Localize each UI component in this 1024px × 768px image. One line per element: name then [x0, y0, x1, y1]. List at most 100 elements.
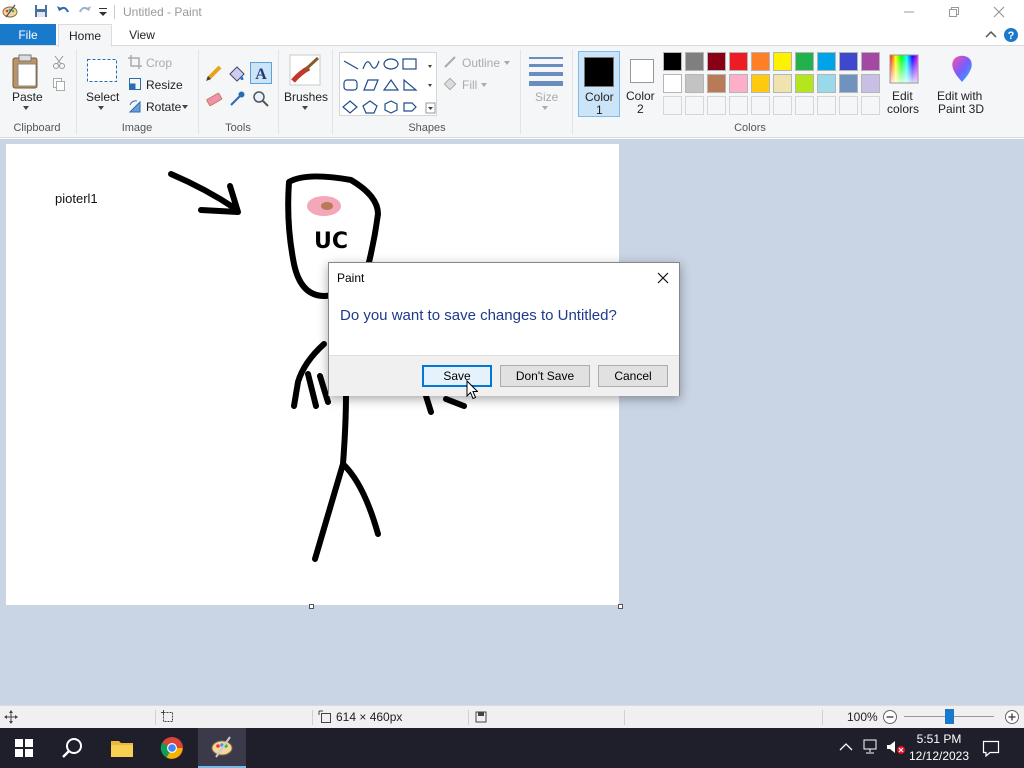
- palette-swatch[interactable]: [839, 52, 858, 71]
- resize-handle-bottom[interactable]: [309, 604, 314, 609]
- taskbar-chrome[interactable]: [148, 728, 196, 768]
- palette-swatch[interactable]: [795, 52, 814, 71]
- brushes-label[interactable]: Brushes: [284, 90, 328, 104]
- customize-toolbar-icon[interactable]: [98, 6, 108, 18]
- fill-label[interactable]: Fill: [462, 78, 477, 92]
- tab-view[interactable]: View: [115, 24, 169, 46]
- show-hidden-icons-icon[interactable]: [839, 742, 853, 752]
- rotate-dropdown-icon[interactable]: [182, 105, 188, 109]
- zoom-out-icon[interactable]: [882, 709, 898, 725]
- palette-empty-swatch[interactable]: [817, 96, 836, 115]
- copy-icon[interactable]: [52, 77, 66, 91]
- outline-dropdown-icon[interactable]: [504, 61, 510, 65]
- volume-muted-icon[interactable]: [886, 739, 906, 755]
- clock-time[interactable]: 5:51 PM: [910, 732, 968, 746]
- palette-swatch[interactable]: [817, 74, 836, 93]
- zoom-in-icon[interactable]: [1004, 709, 1020, 725]
- palette-swatch[interactable]: [817, 52, 836, 71]
- start-button[interactable]: [0, 728, 48, 768]
- magnifier-icon[interactable]: [252, 90, 270, 108]
- palette-empty-swatch[interactable]: [839, 96, 858, 115]
- cancel-button[interactable]: Cancel: [598, 365, 668, 387]
- select-icon[interactable]: [86, 58, 118, 84]
- resize-handle-corner[interactable]: [618, 604, 623, 609]
- edit-colors-button[interactable]: Edit colors: [886, 51, 922, 117]
- palette-swatch[interactable]: [751, 74, 770, 93]
- zoom-slider-track[interactable]: [904, 709, 994, 724]
- palette-swatch[interactable]: [663, 74, 682, 93]
- palette-swatch[interactable]: [685, 52, 704, 71]
- rotate-label[interactable]: Rotate: [146, 100, 181, 114]
- palette-swatch[interactable]: [707, 74, 726, 93]
- pencil-icon[interactable]: [205, 64, 223, 82]
- brushes-dropdown-icon[interactable]: [302, 106, 308, 110]
- shapes-gallery[interactable]: [339, 52, 437, 116]
- palette-empty-swatch[interactable]: [707, 96, 726, 115]
- palette-swatch[interactable]: [839, 74, 858, 93]
- rotate-icon[interactable]: [128, 99, 142, 113]
- outline-icon[interactable]: [443, 55, 457, 69]
- palette-empty-swatch[interactable]: [751, 96, 770, 115]
- outline-label[interactable]: Outline: [462, 56, 500, 70]
- palette-empty-swatch[interactable]: [861, 96, 880, 115]
- resize-label[interactable]: Resize: [146, 78, 183, 92]
- redo-icon[interactable]: [77, 3, 93, 19]
- size-dropdown-icon[interactable]: [542, 106, 548, 110]
- taskbar-file-explorer[interactable]: [98, 728, 146, 768]
- help-icon[interactable]: ?: [1003, 27, 1019, 43]
- save-button[interactable]: Save: [422, 365, 492, 387]
- palette-swatch[interactable]: [707, 52, 726, 71]
- select-dropdown-icon[interactable]: [98, 106, 104, 110]
- color2-button[interactable]: Color 2: [622, 51, 662, 117]
- crop-icon[interactable]: [128, 55, 142, 69]
- size-label[interactable]: Size: [535, 90, 558, 104]
- fill-bucket-icon[interactable]: [228, 64, 246, 82]
- color1-button[interactable]: Color 1: [578, 51, 620, 117]
- select-label[interactable]: Select: [86, 90, 119, 104]
- close-button[interactable]: [976, 0, 1022, 24]
- paste-icon[interactable]: [10, 54, 42, 90]
- cut-icon[interactable]: [52, 55, 66, 69]
- palette-empty-swatch[interactable]: [663, 96, 682, 115]
- color-picker-icon[interactable]: [228, 90, 246, 108]
- crop-label[interactable]: Crop: [146, 56, 172, 70]
- palette-empty-swatch[interactable]: [729, 96, 748, 115]
- brushes-icon[interactable]: [289, 54, 321, 86]
- palette-swatch[interactable]: [773, 74, 792, 93]
- minimize-button[interactable]: [886, 0, 932, 24]
- undo-icon[interactable]: [55, 3, 71, 19]
- paste-label[interactable]: Paste: [12, 90, 43, 104]
- text-tool-icon[interactable]: A: [250, 62, 272, 84]
- tab-home[interactable]: Home: [58, 24, 112, 47]
- fill-icon[interactable]: [443, 77, 457, 91]
- eraser-icon[interactable]: [205, 90, 223, 108]
- palette-swatch[interactable]: [795, 74, 814, 93]
- edit-with-paint3d-button[interactable]: Edit with Paint 3D: [930, 51, 994, 117]
- palette-swatch[interactable]: [861, 52, 880, 71]
- palette-swatch[interactable]: [663, 52, 682, 71]
- size-icon[interactable]: [529, 56, 563, 86]
- resize-icon[interactable]: [128, 77, 142, 91]
- clock-date[interactable]: 12/12/2023: [907, 749, 971, 763]
- palette-swatch[interactable]: [729, 74, 748, 93]
- taskbar-paint[interactable]: [198, 728, 246, 768]
- palette-empty-swatch[interactable]: [773, 96, 792, 115]
- dialog-close-button[interactable]: [653, 268, 673, 288]
- zoom-slider-thumb[interactable]: [944, 709, 954, 724]
- fill-dropdown-icon[interactable]: [481, 83, 487, 87]
- palette-swatch[interactable]: [773, 52, 792, 71]
- restore-button[interactable]: [931, 0, 977, 24]
- save-icon[interactable]: [33, 3, 49, 19]
- paste-dropdown-icon[interactable]: [23, 106, 29, 110]
- dont-save-button[interactable]: Don't Save: [500, 365, 590, 387]
- palette-swatch[interactable]: [729, 52, 748, 71]
- palette-swatch[interactable]: [685, 74, 704, 93]
- tab-file[interactable]: File: [0, 24, 56, 46]
- network-icon[interactable]: [862, 739, 880, 755]
- search-button[interactable]: [48, 728, 96, 768]
- collapse-ribbon-icon[interactable]: [985, 29, 997, 39]
- palette-swatch[interactable]: [751, 52, 770, 71]
- palette-swatch[interactable]: [861, 74, 880, 93]
- palette-empty-swatch[interactable]: [685, 96, 704, 115]
- notification-icon[interactable]: [982, 739, 1000, 757]
